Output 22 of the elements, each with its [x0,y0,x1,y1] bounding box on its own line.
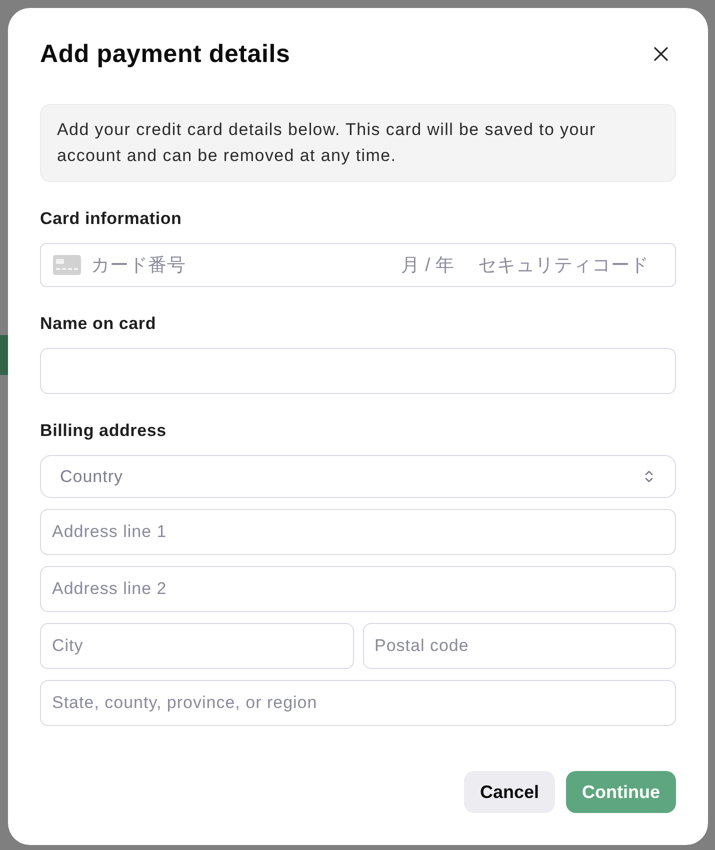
dropdown-field[interactable]: Country [40,455,676,498]
field-label: Card information [40,209,183,229]
text-field[interactable]: Postal code [362,623,676,669]
credit-card-icon [53,255,81,275]
dialog-title: Add payment details [40,39,290,70]
expiry-input[interactable]: 月 / 年 [401,252,478,278]
text-field[interactable]: Address line 1 [40,509,676,555]
continue-button[interactable]: Continue [566,771,676,813]
field-label: Name on card [40,314,158,334]
name-input[interactable] [40,348,676,394]
security-code-input[interactable]: セキュリティコード [478,252,651,278]
cancel-button[interactable]: Cancel [464,771,555,813]
field-label: Billing address [40,421,168,441]
text-field[interactable]: State, county, province, or region [40,680,676,726]
text-field[interactable]: Address line 2 [40,566,676,612]
card-info-field[interactable]: カード番号 月 / 年 セキュリティコード [40,243,676,287]
close-icon [654,47,668,61]
obscured-block [0,335,8,375]
card-number-input[interactable]: カード番号 [91,252,401,278]
info-notice: Add your credit card details below. This card will be saved to your account and can be removed at any time. [40,104,676,182]
text-field[interactable]: City [40,623,354,669]
chevron-updown-icon [645,470,653,483]
